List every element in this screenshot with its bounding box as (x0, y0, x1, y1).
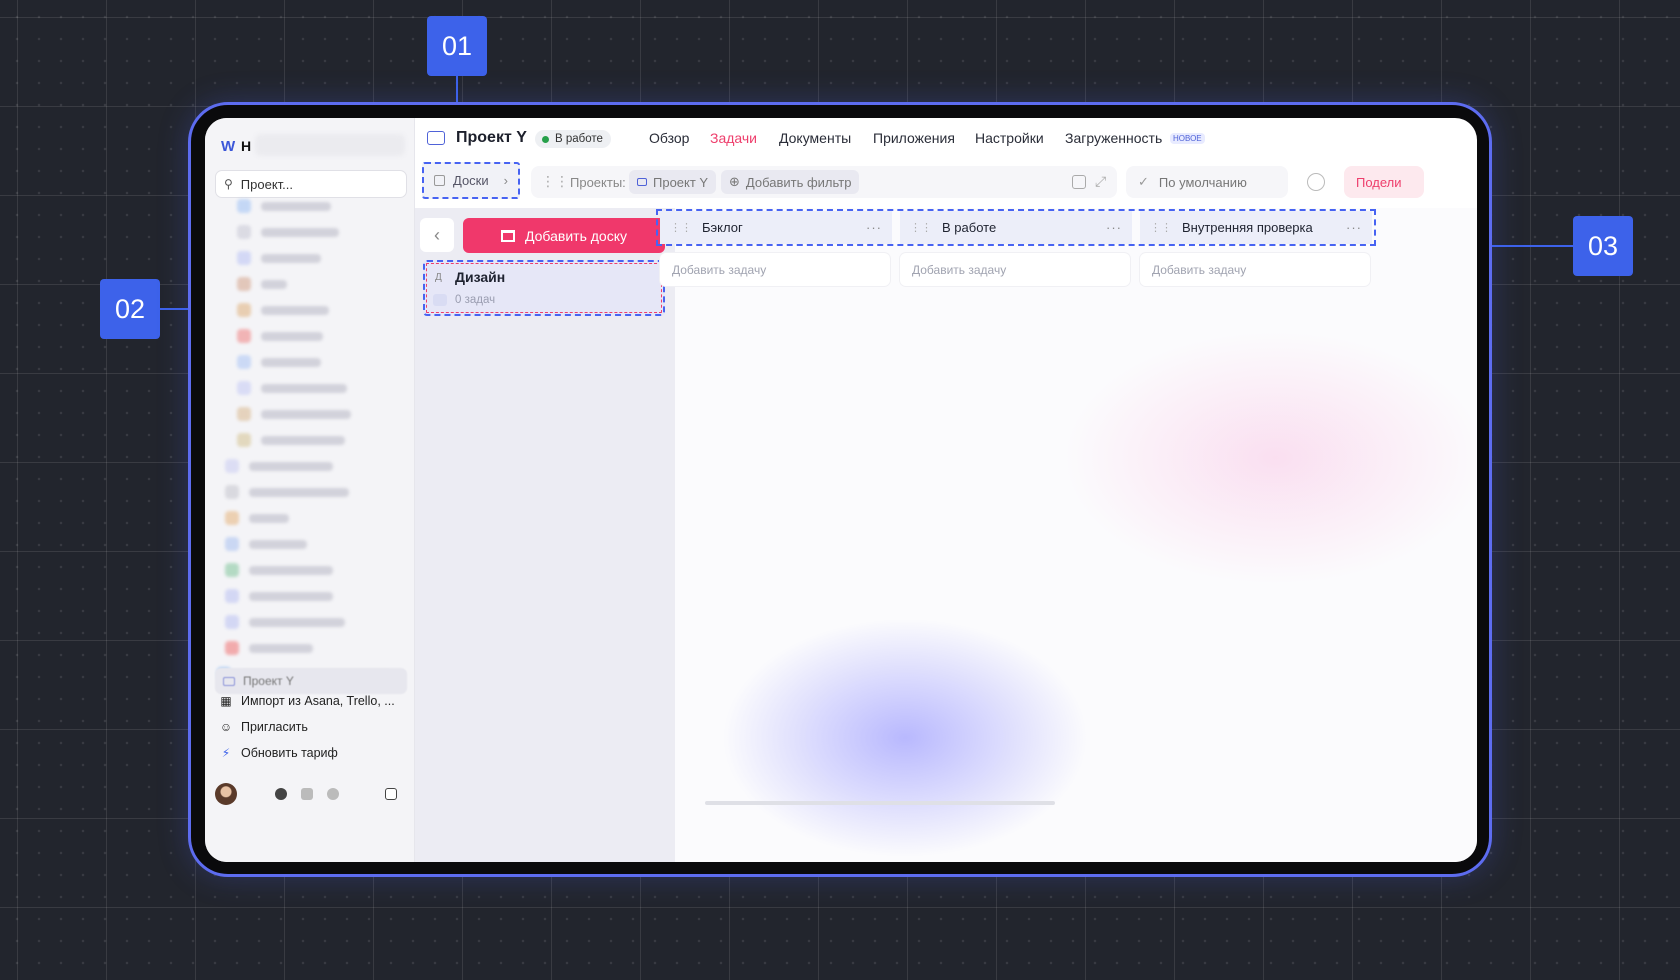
kanban-board (675, 208, 1477, 862)
sidebar-item-blurred[interactable] (237, 251, 321, 265)
sidebar-item-blurred[interactable] (237, 433, 345, 447)
avatar[interactable] (215, 783, 237, 805)
sidebar-item-blurred[interactable] (237, 303, 329, 317)
drag-handle-icon[interactable]: ⋮⋮ (1150, 221, 1172, 234)
callout-03: 03 (1573, 216, 1633, 276)
drag-handle-icon[interactable]: ⋮⋮ (670, 221, 692, 234)
sidebar-bottom-bar (215, 780, 407, 808)
document-icon[interactable] (301, 788, 313, 800)
add-task-button[interactable]: Добавить задачу (900, 253, 1130, 286)
search-input[interactable]: Проект... (241, 177, 293, 192)
board-card[interactable]: Д Дизайн 0 задач (423, 260, 665, 316)
folder-icon (427, 131, 445, 145)
sidebar-item-blurred[interactable] (237, 329, 323, 343)
board-add-icon (501, 229, 515, 242)
add-user-icon: ☺ (219, 720, 233, 734)
trello-icon: ▦ (220, 694, 232, 708)
project-title: Проект Y (456, 129, 527, 146)
projects-filter-label: Проекты: (570, 175, 626, 190)
column-header-backlog[interactable]: ⋮⋮ Бэклог ··· (660, 211, 892, 244)
sidebar-item-blurred[interactable] (225, 485, 349, 499)
tab-workload[interactable]: Загруженность (1065, 130, 1162, 146)
tasks-icon[interactable] (275, 788, 287, 800)
chevron-right-icon: › (503, 173, 508, 188)
sidebar-item-blurred[interactable] (237, 225, 339, 239)
add-task-button[interactable]: Добавить задачу (660, 253, 890, 286)
tab-tasks[interactable]: Задачи (710, 130, 757, 146)
sidebar-item-blurred[interactable] (237, 277, 287, 291)
workspace-name-blurred (255, 134, 405, 156)
sidebar-item-blurred[interactable] (225, 615, 345, 629)
status-badge[interactable]: В работе (535, 130, 611, 148)
board-letter-icon: Д (435, 272, 442, 283)
more-icon[interactable]: ··· (1106, 220, 1122, 235)
tab-documents[interactable]: Документы (779, 130, 851, 146)
drag-handle-icon[interactable]: ⋮⋮ (910, 221, 932, 234)
grid-icon[interactable] (385, 788, 397, 800)
callout-01: 01 (427, 16, 487, 76)
more-icon[interactable]: ··· (866, 220, 882, 235)
sidebar-item-blurred[interactable] (237, 407, 351, 421)
sidebar-item-blurred[interactable] (225, 641, 313, 655)
workspace-logo[interactable]: W (221, 138, 235, 155)
folder-icon (637, 178, 647, 186)
add-board-button[interactable]: Добавить доску (463, 218, 665, 253)
new-badge: НОВОЕ (1170, 133, 1205, 144)
board-name: Дизайн (455, 269, 506, 285)
add-filter-button[interactable]: ⊕ Добавить фильтр (721, 170, 860, 194)
callout-02: 02 (100, 279, 160, 339)
share-button[interactable]: Подели (1344, 166, 1424, 198)
boards-toggle-button[interactable]: Доски › (422, 162, 520, 199)
horizontal-scrollbar[interactable] (705, 801, 1055, 805)
search-icon: ⚲ (224, 177, 233, 191)
sidebar-item-blurred[interactable] (237, 381, 347, 395)
view-select[interactable]: ✓ По умолчанию (1126, 166, 1288, 198)
tab-apps[interactable]: Приложения (873, 130, 955, 146)
import-button[interactable]: ▦ Импорт из Asana, Trello, ... (219, 689, 394, 713)
check-icon: ✓ (1138, 174, 1149, 189)
add-task-button[interactable]: Добавить задачу (1140, 253, 1370, 286)
collapse-boards-button[interactable]: ‹ (420, 218, 454, 252)
plus-circle-icon: ⊕ (729, 174, 740, 189)
tasks-count-icon (433, 294, 447, 306)
column-header-review[interactable]: ⋮⋮ Внутренняя проверка ··· (1140, 211, 1372, 244)
sidebar-item-blurred[interactable] (225, 563, 333, 577)
app-screen: W Н ⚲ Проект... Проект Y ▦ Импорт из Asa… (205, 118, 1477, 862)
board-icon (434, 175, 445, 186)
sidebar-item-blurred[interactable] (225, 459, 333, 473)
sidebar-item-blurred[interactable] (225, 537, 307, 551)
sidebar: W Н ⚲ Проект... Проект Y ▦ Импорт из Asa… (205, 118, 415, 862)
workspace-name[interactable]: Н (241, 138, 251, 154)
sidebar-item-blurred[interactable] (225, 589, 333, 603)
project-search[interactable]: ⚲ Проект... (215, 170, 407, 198)
tab-settings[interactable]: Настройки (975, 130, 1044, 146)
sidebar-item-blurred[interactable] (237, 199, 331, 213)
sidebar-item-blurred[interactable] (237, 355, 321, 369)
chevron-left-icon: ‹ (434, 224, 440, 245)
board-task-count: 0 задач (455, 294, 496, 306)
chart-icon[interactable] (327, 788, 339, 800)
invite-button[interactable]: ☺ Пригласить (219, 715, 308, 739)
sliders-icon[interactable]: ⋮⋮ (541, 173, 569, 190)
sidebar-item-blurred[interactable] (225, 511, 289, 525)
gear-icon[interactable] (1307, 173, 1325, 191)
fullscreen-icon[interactable]: ⤢ (1095, 173, 1106, 190)
more-icon[interactable]: ··· (1346, 220, 1362, 235)
folder-icon (223, 676, 235, 686)
save-icon[interactable] (1072, 175, 1086, 189)
project-filter-chip[interactable]: Проект Y (629, 170, 717, 194)
column-header-in-progress[interactable]: ⋮⋮ В работе ··· (900, 211, 1132, 244)
tab-overview[interactable]: Обзор (649, 130, 689, 146)
upgrade-plan-button[interactable]: ⚡ Обновить тариф (219, 741, 338, 765)
lightning-icon: ⚡ (221, 746, 231, 760)
